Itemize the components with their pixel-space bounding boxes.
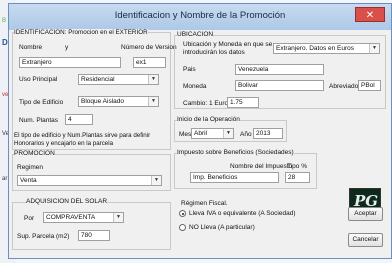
- dialog-content: IDENTIFICACION: Promocion en el EXTERIOR…: [9, 29, 391, 258]
- cancel-button[interactable]: Cancelar: [348, 233, 383, 247]
- window-title: Identificacion y Nombre de la Promoción: [114, 10, 286, 21]
- edificio-note: El tipo de edificio y Num.Plantas sirve …: [14, 132, 151, 147]
- regimen-value: Venta: [20, 177, 37, 184]
- ubicacion-group-title: UBICACION: [177, 31, 214, 38]
- num-plantas-label: Num. Plantas: [19, 117, 59, 124]
- regimen-select[interactable]: Venta ▼: [17, 175, 162, 186]
- por-label: Por: [24, 215, 35, 222]
- bg-letter: D: [2, 38, 8, 47]
- accept-button[interactable]: Aceptar: [348, 207, 383, 221]
- mes-value: Abril: [194, 130, 208, 137]
- chevron-down-icon[interactable]: ▼: [151, 176, 161, 185]
- pais-label: Pais: [183, 66, 196, 73]
- impuesto-group-title: Impuesto sobre Beneficios (Sociedades): [177, 149, 294, 156]
- abreviado-label: Abreviado: [329, 83, 359, 90]
- dialog-window: Identificacion y Nombre de la Promoción …: [8, 3, 392, 259]
- por-select[interactable]: COMPRAVENTA ▼: [43, 212, 124, 223]
- y-label: y: [65, 44, 69, 51]
- cambio-label: Cambio: 1 Euro: [183, 100, 229, 107]
- impuesto-group: [174, 153, 317, 189]
- uso-principal-select[interactable]: Residencial ▼: [78, 74, 159, 85]
- chevron-down-icon[interactable]: ▼: [148, 75, 158, 84]
- mes-label: Mes: [179, 131, 192, 138]
- uso-principal-label: Uso Principal: [19, 76, 58, 83]
- iva-radio[interactable]: [179, 210, 186, 217]
- chevron-down-icon[interactable]: ▼: [369, 44, 379, 53]
- tipo-edificio-value: Bloque Aislado: [81, 98, 125, 105]
- parcela-label: Sup. Parcela (m2): [17, 233, 70, 240]
- chevron-down-icon[interactable]: ▼: [148, 97, 158, 106]
- nombre-label: Nombre: [19, 44, 43, 51]
- anio-input[interactable]: 2013: [253, 128, 283, 139]
- abreviado-input[interactable]: PBol: [358, 80, 381, 91]
- regimen-label: Regimen: [17, 164, 44, 171]
- version-label: Número de Version: [121, 44, 177, 51]
- parcela-input[interactable]: 780: [78, 230, 110, 241]
- iva-radio-label[interactable]: Lleva IVA o equivalente (A Sociedad): [189, 210, 295, 217]
- inicio-group-title: Inicio de la Operación: [177, 116, 240, 123]
- tipo-edificio-label: Tipo de Edificio: [19, 99, 64, 106]
- solar-group: [12, 202, 171, 250]
- tipo-edificio-select[interactable]: Bloque Aislado ▼: [78, 96, 159, 107]
- impuesto-nombre-input[interactable]: Imp. Beneficios: [190, 172, 279, 183]
- chevron-down-icon[interactable]: ▼: [113, 213, 123, 222]
- impuesto-tipo-input[interactable]: 28: [285, 172, 310, 183]
- impuesto-tipo-header: Tipo %: [287, 163, 307, 170]
- no-iva-radio-label[interactable]: NO Lleva (A particular): [189, 224, 255, 231]
- anio-label: Año: [240, 131, 252, 138]
- moneda-label: Moneda: [183, 83, 207, 90]
- bg-letter: ar: [2, 176, 8, 182]
- identificacion-group-title: IDENTIFICACION: Promocion en el EXTERIOR: [14, 29, 148, 36]
- version-input[interactable]: ex1: [133, 57, 166, 68]
- uso-principal-value: Residencial: [81, 76, 115, 83]
- regimen-fiscal-label: Régimen Fiscal.: [181, 200, 228, 207]
- bg-letter: B: [2, 18, 7, 24]
- por-value: COMPRAVENTA: [46, 214, 96, 221]
- close-icon[interactable]: ✕: [355, 7, 385, 22]
- solar-group-title: ADQUISICION DEL SOLAR: [26, 198, 108, 205]
- title-bar[interactable]: Identificacion y Nombre de la Promoción …: [9, 4, 391, 30]
- mes-select[interactable]: Abril ▼: [191, 128, 234, 139]
- moneda-input[interactable]: Bolivar: [235, 80, 324, 91]
- chevron-down-icon[interactable]: ▼: [223, 129, 233, 138]
- cambio-input[interactable]: 1.75: [227, 97, 259, 108]
- ubicacion-value: Extranjero. Datos en Euros: [276, 45, 355, 52]
- ubicacion-select[interactable]: Extranjero. Datos en Euros ▼: [273, 43, 380, 54]
- no-iva-radio[interactable]: [179, 224, 186, 231]
- impuesto-nombre-header: Nombre del Impuesto: [230, 163, 293, 170]
- ubicacion-label: Ubicación y Moneda en que se introducirá…: [183, 41, 273, 56]
- promocion-group-title: PROMOCION: [14, 150, 55, 157]
- nombre-input[interactable]: Extranjero: [19, 57, 121, 68]
- pais-input[interactable]: Venezuela: [235, 64, 324, 75]
- num-plantas-input[interactable]: 4: [65, 114, 93, 125]
